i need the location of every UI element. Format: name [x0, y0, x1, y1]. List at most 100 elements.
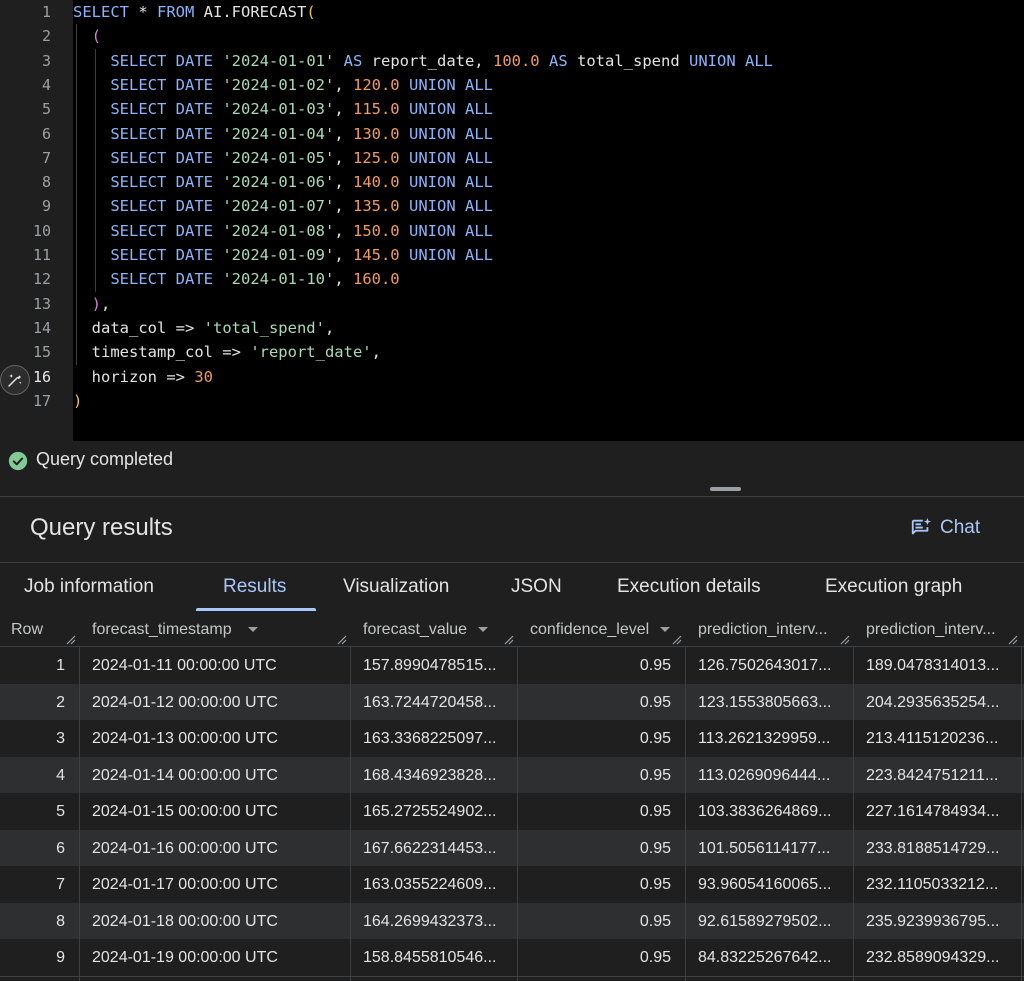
code-token: '2024-01-10' [222, 270, 335, 289]
code-line: timestamp_col => 'report_date', [73, 340, 381, 364]
code-token: 120.0 [352, 75, 400, 94]
code-token: '2024-01-09' [222, 246, 335, 264]
code-token: , [334, 124, 353, 143]
panel-resize-handle[interactable] [710, 487, 741, 491]
table-row[interactable]: 2 2024-01-12 00:00:00 UTC 163.7244720458..… [0, 683, 1024, 721]
code-line: SELECT DATE '2024-01-10', 160.0 [73, 267, 399, 291]
table-row[interactable]: 3 2024-01-13 00:00:00 UTC 163.3368225097..… [0, 720, 1024, 758]
code-token: '2024-01-06' [222, 173, 335, 192]
table-cell: 92.61589279502... [698, 912, 832, 930]
table-cell: 0.95 [639, 657, 671, 674]
table-cell: 0.95 [639, 839, 671, 857]
column-resize-icon[interactable] [840, 632, 850, 645]
table-row[interactable]: 6 2024-01-16 00:00:00 UTC 167.6622314453..… [0, 829, 1024, 867]
column-header[interactable]: prediction_interv... [866, 612, 996, 646]
sort-arrow-icon[interactable] [478, 627, 488, 632]
results-table: Row forecast_timestamp forecast_value confi… [0, 612, 1024, 981]
table-cell: 165.2725524902... [363, 803, 497, 820]
column-header[interactable]: prediction_interv... [698, 612, 828, 646]
code-line: SELECT DATE '2024-01-03', 115.0 UNION AL… [73, 97, 493, 121]
sql-editor[interactable]: 1 2 3 4 5 6 7 8 9 10 11 12 13 14 15 16 17 SELECT * FROM … [0, 0, 1024, 441]
column-resize-icon[interactable] [66, 632, 76, 645]
code-token: data_col => [73, 318, 204, 337]
code-area[interactable]: SELECT * FROM AI.FORECAST( ( SELECT DATE… [73, 0, 1024, 441]
column-resize-icon[interactable] [1008, 632, 1018, 645]
table-row[interactable]: 4 2024-01-14 00:00:00 UTC 168.4346923828..… [0, 756, 1024, 794]
results-header: Query results Chat [0, 497, 1024, 563]
column-resize-icon[interactable] [672, 632, 682, 645]
column-divider [517, 646, 518, 981]
table-cell: 2024-01-17 00:00:00 UTC [92, 876, 278, 893]
chat-button[interactable]: Chat [910, 515, 980, 541]
column-header[interactable]: forecast_timestamp [92, 612, 232, 646]
sort-arrow-icon[interactable] [660, 627, 670, 632]
tab-execution-graph[interactable]: Execution graph [825, 576, 962, 598]
query-status-bar: Query completed [0, 441, 1024, 497]
tab-json[interactable]: JSON [511, 576, 562, 598]
tab-results[interactable]: Results [223, 576, 286, 598]
column-header[interactable]: confidence_level [530, 612, 649, 646]
code-token: , [324, 318, 335, 337]
code-token: '2024-01-08' [222, 221, 335, 240]
sort-arrow-icon[interactable] [248, 627, 258, 632]
table-cell: 1 [56, 657, 65, 674]
code-token: 130.0 [352, 124, 400, 143]
code-token: SELECT DATE [110, 270, 213, 289]
code-line: SELECT DATE '2024-01-05', 125.0 UNION AL… [73, 146, 493, 170]
status-text: Query completed [36, 449, 174, 469]
ai-assist-button[interactable] [0, 365, 30, 395]
column-header[interactable]: Row [11, 612, 43, 646]
column-divider [853, 646, 854, 981]
code-token: 'report_date' [250, 343, 372, 362]
table-row[interactable]: 9 2024-01-19 00:00:00 UTC 158.8455810546..… [0, 939, 1024, 977]
column-header[interactable]: forecast_value [363, 612, 467, 646]
table-cell: 2 [56, 693, 65, 711]
table-row[interactable]: 5 2024-01-15 00:00:00 UTC 165.2725524902..… [0, 793, 1024, 831]
table-cell: 163.3368225097... [363, 730, 497, 747]
code-line: SELECT DATE '2024-01-06', 140.0 UNION AL… [73, 170, 493, 194]
tab-execution-details[interactable]: Execution details [617, 576, 761, 598]
table-cell: 157.8990478515... [363, 657, 497, 674]
table-cell: 204.2935635254... [866, 693, 1000, 711]
table-row[interactable]: 1 2024-01-11 00:00:00 UTC 157.8990478515..… [0, 647, 1024, 685]
code-line: horizon => 30 [73, 365, 213, 389]
tab-visualization[interactable]: Visualization [343, 576, 449, 598]
table-cell: 3 [56, 730, 65, 747]
table-cell: 123.1553805663... [698, 693, 832, 711]
results-title: Query results [30, 514, 173, 541]
line-number: 8 [41, 173, 51, 192]
column-resize-icon[interactable] [504, 632, 514, 645]
tab-job-information[interactable]: Job information [24, 576, 154, 598]
table-cell: 5 [56, 803, 65, 820]
code-token: 125.0 [352, 148, 400, 167]
table-cell: 167.6622314453... [363, 839, 497, 857]
table-cell: 93.96054160065... [698, 876, 832, 893]
table-row[interactable]: 8 2024-01-18 00:00:00 UTC 164.2699432373..… [0, 902, 1024, 940]
table-row[interactable]: 7 2024-01-17 00:00:00 UTC 163.0355224609..… [0, 866, 1024, 904]
table-cell: 84.83225267642... [698, 949, 832, 966]
table-cell: 0.95 [639, 803, 671, 820]
code-token: UNION ALL [409, 124, 493, 143]
code-token: SELECT DATE [110, 124, 213, 143]
code-token: SELECT DATE [110, 100, 213, 119]
code-line: ) [73, 389, 82, 413]
table-cell: 0.95 [639, 730, 671, 747]
column-resize-icon[interactable] [337, 632, 347, 645]
table-cell: 158.8455810546... [363, 949, 497, 966]
table-cell: 9 [56, 949, 65, 966]
line-number: 14 [32, 318, 51, 337]
code-line: SELECT DATE '2024-01-07', 135.0 UNION AL… [73, 194, 493, 218]
table-cell: 232.1105033212... [866, 876, 999, 893]
